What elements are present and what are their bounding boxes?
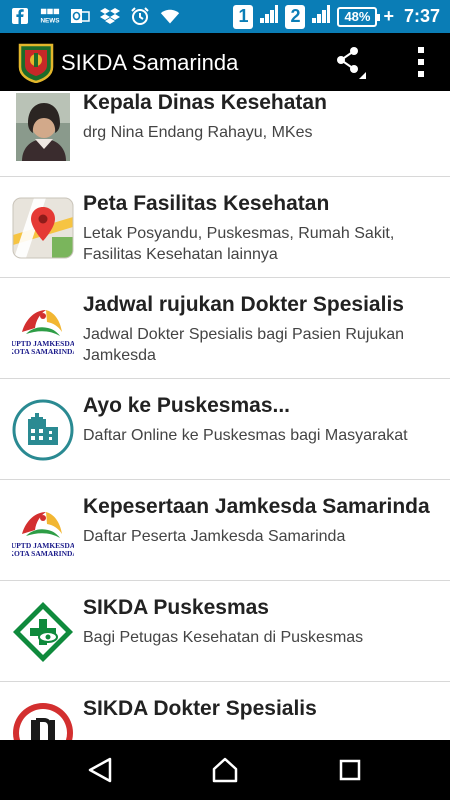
item-title: SIKDA Dokter Spesialis bbox=[83, 697, 317, 720]
logo-text-2: KOTA SAMARINDA bbox=[12, 347, 74, 356]
hospital-building-icon bbox=[12, 399, 74, 461]
puskesmas-logo bbox=[12, 601, 74, 663]
outlook-icon bbox=[70, 6, 90, 26]
svg-text:NEWS: NEWS bbox=[40, 17, 59, 24]
idi-logo bbox=[12, 702, 74, 740]
home-icon bbox=[212, 757, 238, 783]
dot bbox=[418, 47, 424, 53]
list-item-sikda-dokter-spesialis[interactable]: SIKDA Dokter Spesialis bbox=[0, 683, 450, 740]
notification-icons: NEWS bbox=[10, 6, 180, 26]
bbc-news-icon: NEWS bbox=[40, 6, 60, 26]
item-subtitle: Daftar Peserta Jamkesda Samarinda bbox=[83, 528, 346, 545]
item-subtitle: Daftar Online ke Puskesmas bagi Masyarak… bbox=[83, 427, 408, 444]
share-button[interactable] bbox=[332, 45, 372, 81]
signal1-icon bbox=[259, 4, 279, 29]
back-button[interactable] bbox=[86, 757, 116, 783]
clock: 7:37 bbox=[403, 6, 440, 26]
system-nav-bar bbox=[0, 740, 450, 800]
recents-icon bbox=[339, 759, 361, 781]
item-title: Peta Fasilitas Kesehatan bbox=[83, 192, 330, 215]
list-item-peta-fasilitas[interactable]: Peta Fasilitas Kesehatan Letak Posyandu,… bbox=[0, 178, 450, 278]
dot bbox=[418, 71, 424, 77]
item-title: SIKDA Puskesmas bbox=[83, 596, 269, 619]
maps-icon bbox=[12, 197, 74, 259]
app-title: SIKDA Samarinda bbox=[61, 50, 239, 75]
app-logo-icon bbox=[16, 41, 56, 84]
item-subtitle: drg Nina Endang Rahayu, MKes bbox=[83, 124, 313, 141]
share-icon bbox=[337, 47, 366, 79]
sim2-badge: 2 bbox=[285, 4, 306, 29]
app-bar: SIKDA Samarinda bbox=[0, 33, 450, 91]
battery-indicator: 48% bbox=[337, 6, 381, 27]
charging-icon: + bbox=[383, 6, 394, 26]
dropbox-icon bbox=[100, 6, 120, 26]
home-button[interactable] bbox=[210, 757, 240, 783]
alarm-icon bbox=[130, 6, 150, 26]
list-item-sikda-puskesmas[interactable]: SIKDA Puskesmas Bagi Petugas Kesehatan d… bbox=[0, 582, 450, 682]
item-subtitle: Letak Posyandu, Puskesmas, Rumah Sakit, … bbox=[83, 225, 395, 263]
list-item-ayo-puskesmas[interactable]: Ayo ke Puskesmas... Daftar Online ke Pus… bbox=[0, 380, 450, 480]
list-item-kepesertaan-jamkesda[interactable]: UPTD JAMKESDA KOTA SAMARINDA Kepesertaan… bbox=[0, 481, 450, 581]
list-item-jadwal-rujukan[interactable]: UPTD JAMKESDA KOTA SAMARINDA Jadwal ruju… bbox=[0, 279, 450, 379]
item-title: Ayo ke Puskesmas... bbox=[83, 394, 291, 417]
portrait-photo bbox=[16, 93, 70, 161]
status-bar: NEWS 1 2 48% + 7:37 bbox=[0, 0, 450, 33]
item-title: Kepesertaan Jamkesda Samarinda bbox=[83, 495, 430, 518]
menu-list[interactable]: Kepala Dinas Kesehatan drg Nina Endang R… bbox=[0, 91, 450, 740]
item-subtitle: Bagi Petugas Kesehatan di Puskesmas bbox=[83, 629, 364, 646]
dot bbox=[418, 59, 424, 65]
item-title: Jadwal rujukan Dokter Spesialis bbox=[83, 293, 404, 316]
signal2-icon bbox=[311, 4, 331, 29]
sim1-badge: 1 bbox=[233, 4, 254, 29]
fb-icon bbox=[10, 6, 30, 26]
item-subtitle: Jadwal Dokter Spesialis bagi Pasien Ruju… bbox=[83, 326, 405, 364]
uptd-jamkesda-logo: UPTD JAMKESDA KOTA SAMARINDA bbox=[8, 298, 78, 360]
recents-button[interactable] bbox=[336, 757, 366, 783]
logo-text-2: KOTA SAMARINDA bbox=[12, 549, 74, 558]
uptd-jamkesda-logo: UPTD JAMKESDA KOTA SAMARINDA bbox=[8, 500, 78, 562]
wifi-icon bbox=[160, 6, 180, 26]
back-icon bbox=[88, 757, 112, 783]
list-item-kepala-dinas[interactable]: Kepala Dinas Kesehatan drg Nina Endang R… bbox=[0, 91, 450, 177]
item-title: Kepala Dinas Kesehatan bbox=[83, 91, 327, 114]
system-status: 1 2 48% + 7:37 bbox=[233, 4, 440, 29]
overflow-menu-button[interactable] bbox=[414, 47, 428, 77]
